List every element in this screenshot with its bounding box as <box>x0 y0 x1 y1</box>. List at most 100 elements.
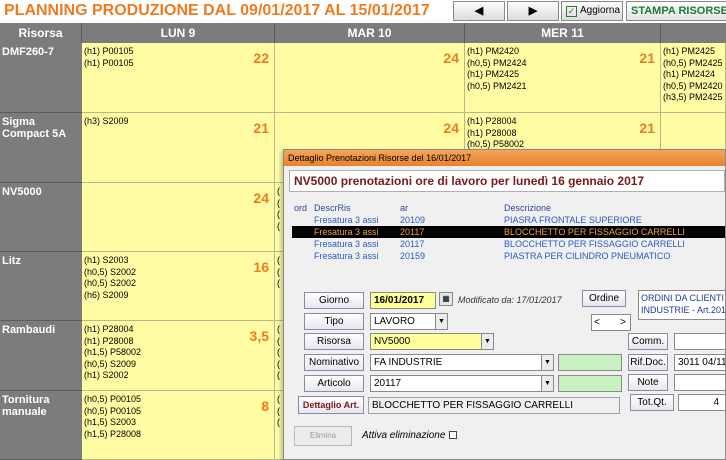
chevron-down-icon[interactable]: ▼ <box>541 376 553 391</box>
ordine-label: Ordine <box>582 290 626 307</box>
booking-entry[interactable]: ( <box>277 186 280 198</box>
booking-entry[interactable]: ( <box>277 221 280 233</box>
booking-list: (h1) PM2425 (h0,5) PM2425 (h1) PM2424 (h0,5… <box>663 46 723 104</box>
resource-name: NV5000 <box>0 183 82 252</box>
planning-cell[interactable]: 24 <box>82 183 275 252</box>
chevron-down-icon[interactable]: ▼ <box>541 355 553 370</box>
erase-icon[interactable]: Elimina <box>294 426 352 446</box>
note-field[interactable] <box>674 374 725 391</box>
booking-entry[interactable]: ( <box>277 417 280 429</box>
rifdoc-label: Rif.Doc. <box>628 354 668 371</box>
modified-info: Modificato da: 17/01/2017 <box>458 295 562 305</box>
comm-field[interactable] <box>674 333 725 350</box>
planning-cell[interactable]: (h3) S2009 21 <box>82 113 275 183</box>
booking-entry[interactable]: (h0,5) PM2421 <box>467 81 527 93</box>
planning-cell[interactable]: (h1) PM2425 (h0,5) PM2425 (h1) PM2424 (h0,5… <box>661 43 726 113</box>
planning-cell[interactable]: (h1) S2003 (h0,5) S2002 (h0,5) S2002 (h6) S… <box>82 252 275 321</box>
rifdoc-field[interactable]: 3011 04/11/ <box>674 354 725 371</box>
booking-entry[interactable]: (h1) PM2424 <box>663 69 723 81</box>
resource-name: Litz <box>0 252 82 321</box>
booking-entry[interactable]: (h0,5) P00105 <box>84 406 141 418</box>
chevron-down-icon[interactable]: ▼ <box>435 314 447 329</box>
calendar-icon[interactable]: ▦ <box>439 292 453 306</box>
booking-entry[interactable]: ( <box>277 267 280 279</box>
list-row[interactable]: Fresatura 3 assi 20109 PIASRA FRONTALE SUP… <box>292 214 725 226</box>
booking-entry[interactable]: (h1) PM2420 <box>467 46 527 58</box>
booking-entry[interactable]: (h1,5) P28008 <box>84 429 141 441</box>
planning-cell[interactable]: (h1) PM2420 (h0,5) PM2424 (h1) PM2425 (h0,5… <box>465 43 661 113</box>
booking-entry[interactable]: ( <box>277 198 280 210</box>
booking-entry[interactable]: (h3) S2009 <box>84 116 129 128</box>
booking-entry[interactable]: (h0,5) PM2424 <box>467 58 527 70</box>
planning-cell[interactable]: (h1) P28004 (h1) P28008 (h1,5) P58002 (h0,5… <box>82 321 275 391</box>
comm-label: Comm. <box>628 333 668 350</box>
booking-entry[interactable]: (h0,5) PM2425 <box>663 58 723 70</box>
booking-entry[interactable]: ( <box>277 370 280 382</box>
booking-list: (h1) P00105 (h1) P00105 <box>84 46 134 69</box>
free-hours: 21 <box>639 50 655 66</box>
booking-entry[interactable]: (h1) P00105 <box>84 46 134 58</box>
totqt-field[interactable]: 4 <box>678 394 725 411</box>
list-row[interactable]: Fresatura 3 assi 20117 BLOCCHETTO PER FISS… <box>292 238 725 250</box>
booking-entry[interactable]: (h1) P28004 <box>467 116 524 128</box>
chevron-right-icon[interactable]: > <box>620 315 626 330</box>
chevron-down-icon[interactable]: ▼ <box>481 334 493 349</box>
booking-entry[interactable]: (h0,5) S2002 <box>84 267 136 279</box>
risorsa-label: Risorsa <box>304 333 364 350</box>
booking-entry[interactable]: (h6) S2009 <box>84 290 136 302</box>
booking-entry[interactable]: (h1,5) S2003 <box>84 417 141 429</box>
booking-entry[interactable]: (h1) P00105 <box>84 58 134 70</box>
articolo-select[interactable]: 20117 ▼ <box>370 375 554 392</box>
booking-entry[interactable]: (h1) P28004 <box>84 324 141 336</box>
booking-entry[interactable]: (h1,5) P58002 <box>84 347 141 359</box>
booking-entry[interactable]: ( <box>277 394 280 406</box>
attiva-checkbox[interactable] <box>449 431 458 440</box>
note-label: Note <box>628 374 668 391</box>
free-hours: 8 <box>261 398 269 414</box>
booking-entry[interactable]: ( <box>277 336 280 348</box>
booking-entry[interactable]: (h1) S2003 <box>84 255 136 267</box>
nominativo-code-field[interactable] <box>558 354 622 371</box>
nominativo-select[interactable]: FA INDUSTRIE ▼ <box>370 354 554 371</box>
tipo-select[interactable]: LAVORO ▼ <box>370 313 448 330</box>
ordini-text: ORDINI DA CLIENTI n. INDUSTRIE - Art.201… <box>638 290 725 320</box>
attiva-eliminazione[interactable]: Attiva eliminazione <box>362 430 458 441</box>
giorno-field[interactable]: 16/01/2017 <box>370 292 436 309</box>
tipo-value: LAVORO <box>374 316 415 327</box>
list-row[interactable]: Fresatura 3 assi 20159 PIASTRA PER CILINDR… <box>292 250 725 262</box>
booking-entry[interactable]: (h1) S2002 <box>84 370 141 382</box>
chevron-left-icon[interactable]: < <box>592 317 600 328</box>
attiva-label: Attiva eliminazione <box>362 430 446 441</box>
booking-entry[interactable]: ( <box>277 324 280 336</box>
print-resources-button[interactable]: STAMPA RISORSE <box>626 1 726 21</box>
refresh-button[interactable]: ✓ Aggiorna <box>561 1 623 21</box>
prev-week-button[interactable]: ◀ <box>453 1 505 21</box>
booking-entry[interactable]: (h1) P28008 <box>467 128 524 140</box>
booking-entry[interactable]: (h0,5) P00105 <box>84 394 141 406</box>
ordine-navigator[interactable]: < > <box>591 314 631 331</box>
planning-cell[interactable]: (h0,5) P00105 (h0,5) P00105 (h1,5) S2003 (h… <box>82 391 275 460</box>
booking-entry[interactable]: (h1) PM2425 <box>663 46 723 58</box>
booking-list: ((( <box>277 255 280 290</box>
dettaglio-art-button[interactable]: Dettaglio Art. <box>298 396 364 414</box>
list-row[interactable]: Fresatura 3 assi 20117 BLOCCHETTO PER FISS… <box>292 226 725 238</box>
booking-list: ord DescrRis ar Descrizione Fresatura 3 … <box>292 202 725 262</box>
booking-form: Giorno 16/01/2017 ▦ Modificato da: 17/01… <box>294 288 725 438</box>
booking-entry[interactable]: ( <box>277 209 280 221</box>
booking-entry[interactable]: ( <box>277 347 280 359</box>
booking-entry[interactable]: ( <box>277 255 280 267</box>
booking-entry[interactable]: (h1) P28008 <box>84 336 141 348</box>
booking-entry[interactable]: ( <box>277 406 280 418</box>
risorsa-select[interactable]: NV5000 ▼ <box>370 333 494 350</box>
booking-entry[interactable]: (h0,5) S2009 <box>84 359 141 371</box>
articolo-code-field[interactable] <box>558 375 622 392</box>
next-week-button[interactable]: ▶ <box>507 1 559 21</box>
booking-entry[interactable]: ( <box>277 278 280 290</box>
booking-entry[interactable]: (h0,5) PM2420 <box>663 81 723 93</box>
booking-entry[interactable]: (h3,5) PM2425 <box>663 92 723 104</box>
booking-entry[interactable]: ( <box>277 359 280 371</box>
planning-cell[interactable]: (h1) P00105 (h1) P00105 22 <box>82 43 275 113</box>
booking-entry[interactable]: (h0,5) S2002 <box>84 278 136 290</box>
booking-entry[interactable]: (h1) PM2425 <box>467 69 527 81</box>
planning-cell[interactable]: 24 <box>275 43 465 113</box>
